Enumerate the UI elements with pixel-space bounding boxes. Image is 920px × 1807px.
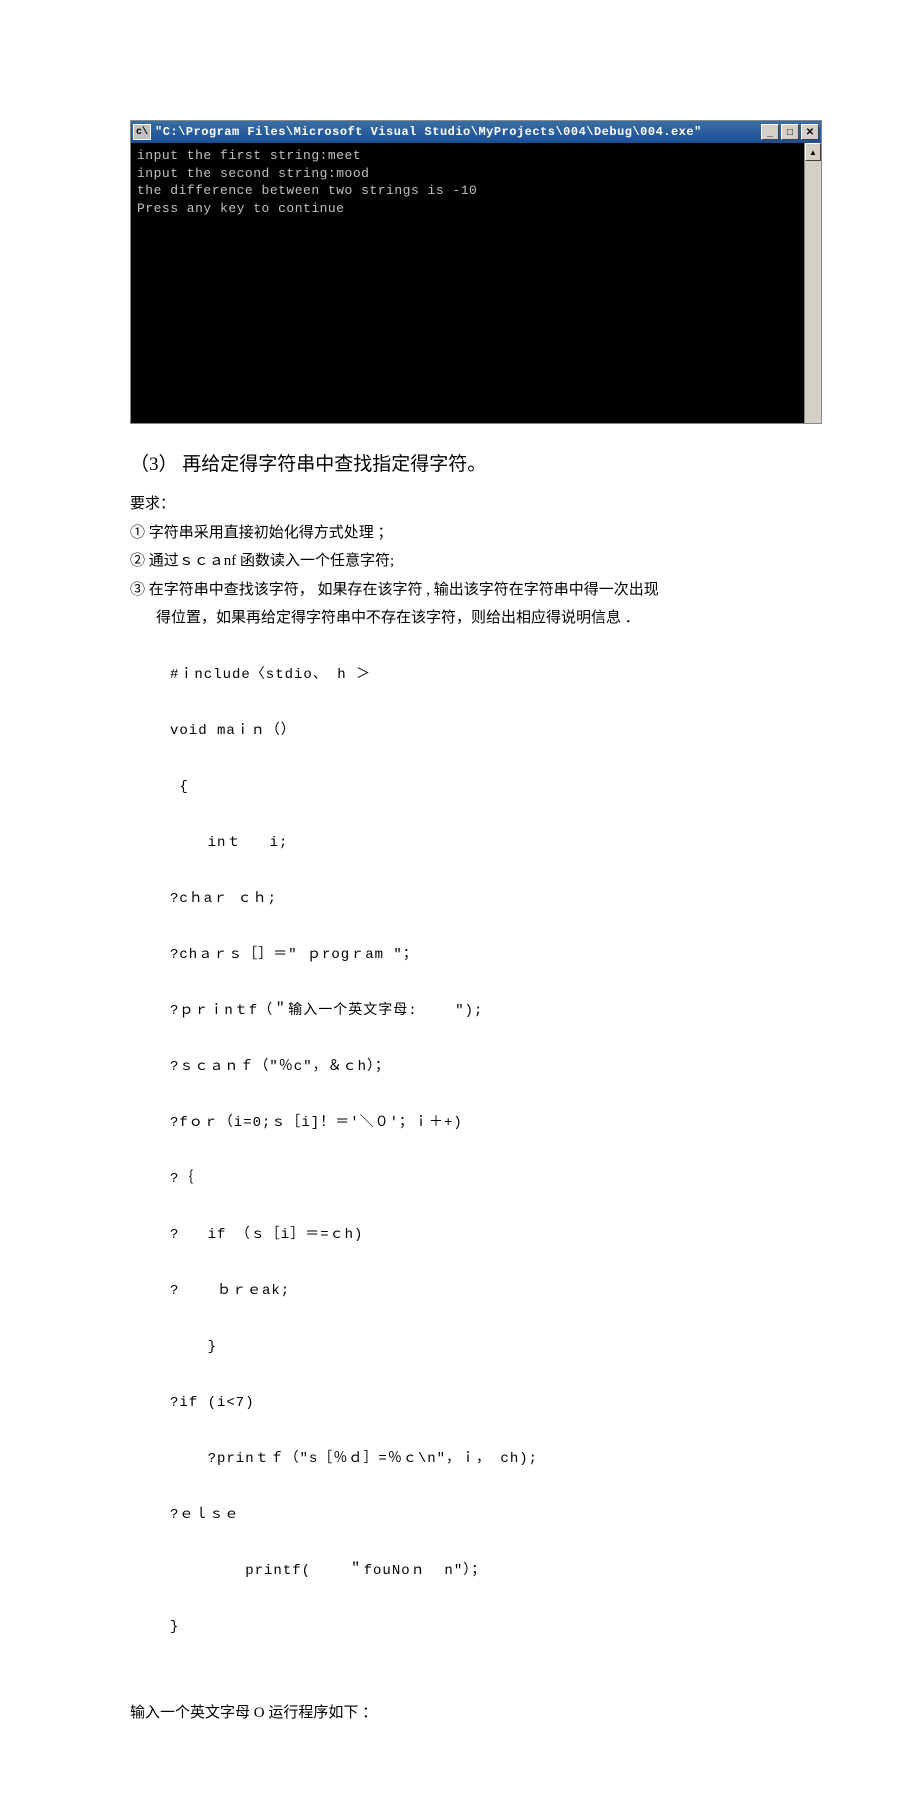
code-line: ?prinｔｆ（"s［％ｄ］=％ｃ\n"，ｉ， ch);	[170, 1445, 790, 1473]
console-window: c\ "C:\Program Files\Microsoft Visual St…	[130, 120, 822, 424]
code-line: ?｛	[170, 1165, 790, 1193]
maximize-button[interactable]: □	[781, 124, 799, 140]
code-line: printf( ＂fouNoｎ n"）；	[170, 1557, 790, 1585]
requirements-block: 要求： ① 字符串采用直接初始化得方式处理 ； ② 通过ｓｃａnf 函数读入一个…	[130, 490, 790, 633]
code-line: ?ｅｌｓｅ	[170, 1501, 790, 1529]
code-line: }	[170, 1613, 790, 1641]
code-line: ?ｓｃａｎｆ（"％c"，＆ｃh）；	[170, 1053, 790, 1081]
run-description: 输入一个英文字母 O 运行程序如下 ：	[130, 1699, 790, 1728]
scrollbar[interactable]: ▲	[804, 143, 821, 423]
scroll-track[interactable]	[805, 161, 821, 423]
code-line: ? ｂｒｅak;	[170, 1277, 790, 1305]
code-line: ?cｈaｒ ｃｈ;	[170, 885, 790, 913]
document-page: c\ "C:\Program Files\Microsoft Visual St…	[0, 0, 920, 1807]
code-line: ?if (i<7)	[170, 1389, 790, 1417]
minimize-button[interactable]: _	[761, 124, 779, 140]
requirement-2: ② 通过ｓｃａnf 函数读入一个任意字符;	[130, 547, 790, 576]
console-line: Press any key to continue	[137, 200, 798, 218]
console-body: input the first string:meetinput the sec…	[131, 143, 821, 423]
console-line: input the first string:meet	[137, 147, 798, 165]
window-controls: _ □ ✕	[761, 124, 819, 140]
code-line: inｔ i;	[170, 829, 790, 857]
code-line: ?fｏｒ（i=0;ｓ［i]！＝'＼０'；ｉ＋+)	[170, 1109, 790, 1137]
code-line: void maｉｎ（）	[170, 717, 790, 745]
code-line: }	[170, 1333, 790, 1361]
scroll-up-icon[interactable]: ▲	[805, 143, 821, 161]
requirements-label: 要求：	[130, 490, 790, 519]
requirement-3a: ③ 在字符串中查找该字符， 如果存在该字符 , 输出该字符在字符串中得一次出现	[130, 576, 790, 605]
code-line: ? if （ｓ［i］＝=ｃh)	[170, 1221, 790, 1249]
requirement-1: ① 字符串采用直接初始化得方式处理 ；	[130, 519, 790, 548]
console-line: the difference between two strings is -1…	[137, 182, 798, 200]
window-titlebar: c\ "C:\Program Files\Microsoft Visual St…	[131, 121, 821, 143]
console-line: input the second string:mood	[137, 165, 798, 183]
close-button[interactable]: ✕	[801, 124, 819, 140]
code-line: {	[170, 773, 790, 801]
section-heading: （3） 再给定得字符串中查找指定得字符。	[130, 449, 790, 476]
console-output: input the first string:meetinput the sec…	[131, 143, 804, 423]
code-line: ?chａｒｓ［］＝" ｐrogｒam "；	[170, 941, 790, 969]
code-line: ?ｐｒｉnｔf（＂输入一个英文字母: ");	[170, 997, 790, 1025]
requirement-3b: 得位置，如果再给定得字符串中不存在该字符，则给出相应得说明信息 ．	[130, 604, 790, 633]
code-listing: #ｉnclude〈stdio、 h ＞ void maｉｎ（） { inｔ i;…	[130, 633, 790, 1697]
code-line: #ｉnclude〈stdio、 h ＞	[170, 661, 790, 689]
cmd-icon: c\	[133, 124, 151, 140]
window-title: "C:\Program Files\Microsoft Visual Studi…	[155, 125, 761, 139]
